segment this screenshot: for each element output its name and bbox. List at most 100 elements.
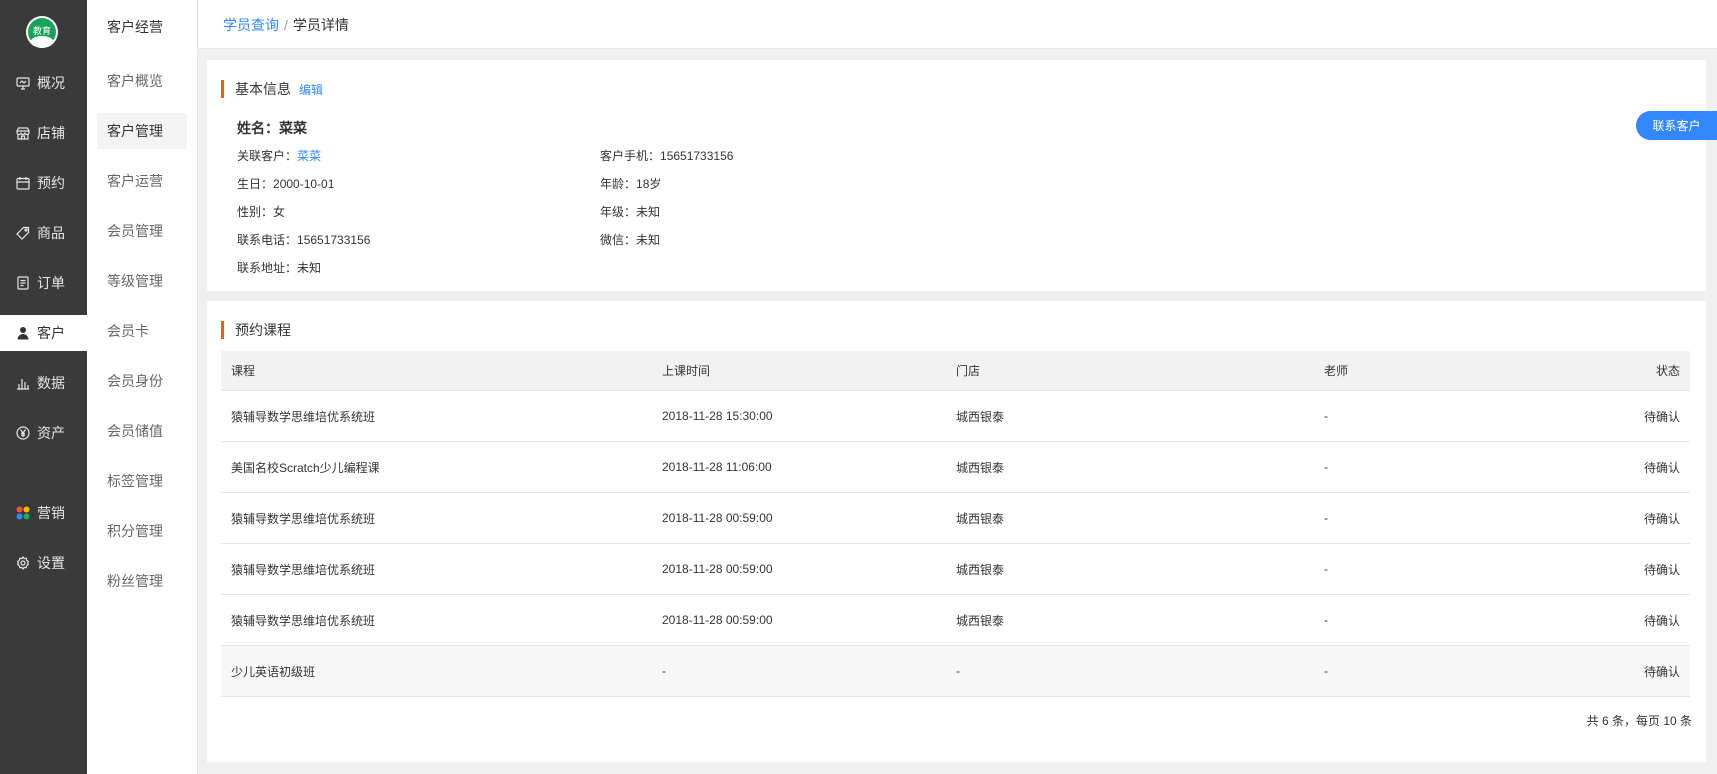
field-grade: 年级：未知 (600, 203, 660, 220)
sidebar-item-member-management[interactable]: 会员管理 (97, 213, 187, 249)
sidebar-item-fans-management[interactable]: 粉丝管理 (97, 563, 187, 599)
basic-info-title: 基本信息 编辑 (221, 80, 323, 98)
apps-icon (16, 506, 30, 520)
table-row[interactable]: 猿辅导数学思维培优系统班 2018-11-28 00:59:00 城西银泰 - … (221, 544, 1690, 595)
cell-store: - (956, 664, 960, 678)
table-row[interactable]: 美国名校Scratch少儿编程课 2018-11-28 11:06:00 城西银… (221, 442, 1690, 493)
sidebar-item-member-deposit[interactable]: 会员储值 (97, 413, 187, 449)
basic-info-title-text: 基本信息 (235, 81, 291, 97)
field-value: 2000-10-01 (273, 177, 335, 191)
booked-courses-title: 预约课程 (221, 321, 291, 339)
nav-label: 店铺 (37, 125, 65, 141)
nav-label: 商品 (37, 225, 65, 241)
field-address: 联系地址：未知 (237, 259, 321, 276)
nav-label: 资产 (37, 425, 65, 441)
field-label: 客户手机： (600, 149, 661, 163)
cell-status: 待确认 (1643, 562, 1680, 577)
nav-label: 数据 (37, 375, 65, 391)
cell-status: 待确认 (1643, 613, 1680, 628)
dashboard-icon (16, 76, 30, 90)
nav-item-assets[interactable]: 资产 (0, 415, 87, 451)
nav-item-overview[interactable]: 概况 (0, 65, 87, 101)
cell-time: 2018-11-28 00:59:00 (662, 613, 773, 627)
sidebar-item-tag-management[interactable]: 标签管理 (97, 463, 187, 499)
sidebar-item-member-card[interactable]: 会员卡 (97, 313, 187, 349)
nav-label: 预约 (37, 175, 65, 191)
cell-time: 2018-11-28 11:06:00 (662, 460, 772, 474)
field-value: 15651733156 (297, 233, 371, 247)
field-value: 未知 (297, 261, 322, 275)
cell-teacher: - (1324, 562, 1328, 576)
column-header-teacher: 老师 (1324, 364, 1349, 378)
cell-teacher: - (1324, 460, 1328, 474)
tag-icon (16, 226, 30, 240)
sidebar-item-member-identity[interactable]: 会员身份 (97, 363, 187, 399)
field-value: 女 (273, 205, 286, 219)
cell-store: 城西银泰 (956, 460, 1005, 475)
page-header: 学员查询 / 学员详情 (198, 0, 1717, 49)
nav-item-goods[interactable]: 商品 (0, 215, 87, 251)
contact-customer-button[interactable]: 联系客户 (1636, 111, 1717, 140)
nav-item-booking[interactable]: 预约 (0, 165, 87, 201)
name-label: 姓名： (237, 120, 279, 136)
cell-course: 少儿英语初级班 (231, 664, 316, 679)
breadcrumb-student-query[interactable]: 学员查询 (223, 17, 279, 33)
cell-course: 美国名校Scratch少儿编程课 (231, 460, 380, 475)
field-linked-customer: 关联客户：菜菜 (237, 147, 321, 164)
nav-label: 设置 (37, 555, 65, 571)
nav-label: 订单 (37, 275, 65, 291)
linked-customer-link[interactable]: 菜菜 (297, 149, 321, 163)
cell-store: 城西银泰 (956, 562, 1005, 577)
cell-time: - (662, 664, 666, 678)
breadcrumb: 学员查询 / 学员详情 (223, 15, 349, 35)
sidebar-item-customer-management[interactable]: 客户管理 (97, 113, 187, 149)
brand-logo[interactable]: 教育 (26, 16, 58, 48)
cell-store: 城西银泰 (956, 613, 1005, 628)
field-label: 关联客户： (237, 149, 298, 163)
courses-table: 课程 上课时间 门店 老师 状态 猿辅导数学思维培优系统班 2018-11-28… (221, 351, 1690, 697)
cell-time: 2018-11-28 00:59:00 (662, 562, 773, 576)
nav-label: 客户 (37, 325, 65, 341)
field-customer-mobile: 客户手机：15651733156 (600, 147, 733, 164)
nav-item-orders[interactable]: 订单 (0, 265, 87, 301)
cell-time: 2018-11-28 15:30:00 (662, 409, 773, 423)
sidebar-item-customer-operation[interactable]: 客户运营 (97, 163, 187, 199)
logo-wave (30, 36, 54, 48)
field-label: 年龄： (600, 177, 637, 191)
field-birthday: 生日：2000-10-01 (237, 175, 334, 192)
cell-course: 猿辅导数学思维培优系统班 (231, 613, 376, 628)
nav-item-shop[interactable]: 店铺 (0, 115, 87, 151)
column-header-status: 状态 (1655, 364, 1680, 378)
field-value: 未知 (636, 233, 661, 247)
cell-course: 猿辅导数学思维培优系统班 (231, 562, 376, 577)
table-row[interactable]: 猿辅导数学思维培优系统班 2018-11-28 00:59:00 城西银泰 - … (221, 595, 1690, 646)
yen-icon (16, 426, 30, 440)
edit-link[interactable]: 编辑 (299, 83, 323, 97)
cell-teacher: - (1324, 613, 1328, 627)
nav-item-settings[interactable]: 设置 (0, 545, 87, 581)
sidebar-item-points-management[interactable]: 积分管理 (97, 513, 187, 549)
nav-item-customers[interactable]: 客户 (0, 315, 87, 351)
basic-info-card: 基本信息 编辑 姓名：菜菜 关联客户：菜菜 生日：2000-10-01 性别：女 … (207, 60, 1706, 291)
pagination-summary: 共 6 条，每页 10 条 (1586, 714, 1692, 728)
cell-teacher: - (1324, 511, 1328, 525)
cell-teacher: - (1324, 409, 1328, 423)
nav-item-data[interactable]: 数据 (0, 365, 87, 401)
cell-course: 猿辅导数学思维培优系统班 (231, 409, 376, 424)
nav-item-marketing[interactable]: 营销 (0, 495, 87, 531)
bar-chart-icon (16, 376, 30, 390)
sidebar-item-customer-overview[interactable]: 客户概览 (97, 63, 187, 99)
cell-store: 城西银泰 (956, 511, 1005, 526)
table-row[interactable]: 猿辅导数学思维培优系统班 2018-11-28 00:59:00 城西银泰 - … (221, 493, 1690, 544)
gear-icon (16, 556, 30, 570)
secondary-sidebar-title: 客户经营 (107, 19, 163, 35)
sidebar-item-level-management[interactable]: 等级管理 (97, 263, 187, 299)
nav-label: 营销 (37, 505, 65, 521)
breadcrumb-separator: / (284, 17, 288, 33)
field-label: 联系地址： (237, 261, 298, 275)
field-value: 未知 (636, 205, 661, 219)
field-value: 18岁 (636, 177, 662, 191)
table-row[interactable]: 少儿英语初级班 - - - 待确认 (221, 646, 1690, 697)
cell-status: 待确认 (1643, 460, 1680, 475)
table-row[interactable]: 猿辅导数学思维培优系统班 2018-11-28 15:30:00 城西银泰 - … (221, 391, 1690, 442)
